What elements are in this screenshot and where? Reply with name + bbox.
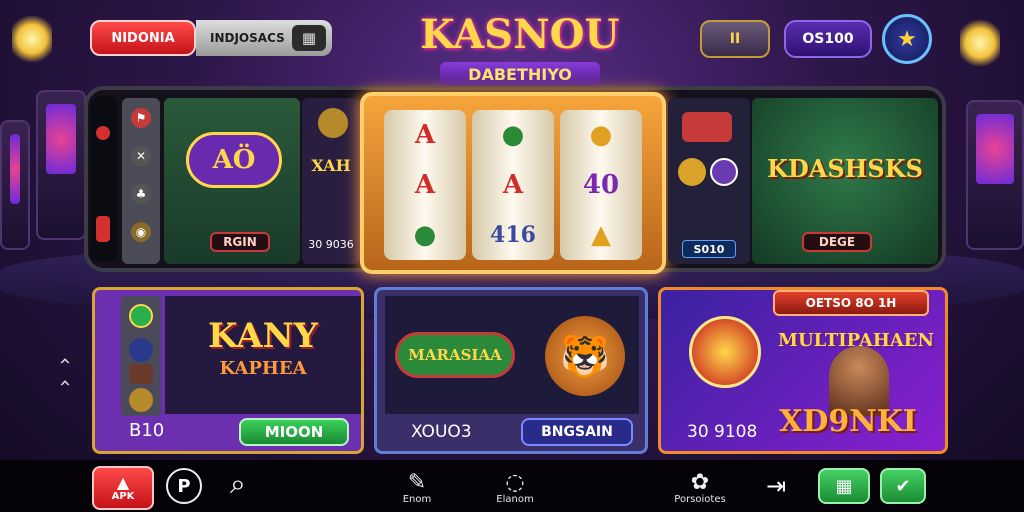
check-icon[interactable] [129, 304, 153, 328]
coin-icon [318, 108, 348, 138]
star-badge-icon[interactable]: ★ [882, 14, 932, 64]
game-card-kany[interactable]: KANY KAPHEA B10 MIOON [92, 287, 364, 454]
wallet-icon: ▦ [835, 475, 853, 497]
game-tile-left2[interactable]: XAH 30 9036 [302, 98, 360, 264]
nav-item-elanom[interactable]: ◌ Elanom [490, 466, 540, 510]
card-subtitle: KAPHEA [219, 358, 307, 379]
card-amount: B10 [129, 420, 165, 441]
calculator-icon[interactable]: ▦ [292, 25, 326, 51]
nav-label: Porsoiotes [674, 493, 726, 505]
region-value-text: INDJOSACS [210, 31, 285, 45]
reel-symbol: A [502, 170, 524, 200]
timer-icon: ◌ [505, 469, 525, 495]
search-icon[interactable]: ⌕ [230, 466, 246, 502]
confirm-button[interactable]: ✔ [880, 468, 926, 504]
region-value[interactable]: INDJOSACS ▦ [196, 20, 332, 56]
check-icon: ✔ [895, 475, 911, 497]
record-icon[interactable] [96, 126, 110, 140]
arcade-left [0, 120, 30, 250]
game-title: XAH [311, 156, 351, 175]
chip-icon [682, 112, 732, 142]
game-value: 30 9036 [308, 238, 354, 251]
card-action-button[interactable]: MIOON [239, 418, 349, 446]
apk-button[interactable]: ▲ APK [92, 466, 154, 510]
coin-icon[interactable] [129, 388, 153, 412]
arcade-left2 [36, 90, 86, 240]
region-button[interactable]: NIDONIA [90, 20, 196, 56]
card-icon[interactable] [129, 364, 153, 384]
reel-symbol: 416 [490, 222, 536, 248]
nav-label: Elanom [496, 493, 534, 505]
reel-symbol: ● [589, 120, 613, 150]
apk-icon: ▲ [116, 472, 130, 492]
reel-symbol: ● [501, 120, 525, 150]
cross-icon[interactable]: ✕ [131, 146, 151, 166]
nav-label: Enom [402, 493, 432, 505]
exit-icon[interactable]: ⇥ [766, 470, 786, 502]
token-icon [710, 158, 738, 186]
lamp-left [12, 14, 52, 64]
game-tile-right1[interactable]: S010 [668, 98, 750, 264]
edit-icon: ✎ [407, 469, 427, 495]
stat-button[interactable]: II [700, 20, 770, 58]
tiger-icon: 🐯 [545, 316, 625, 396]
reel-2: ● A 416 [472, 110, 554, 260]
apk-label: APK [111, 490, 135, 502]
dot-icon[interactable] [129, 338, 153, 362]
arcade-right [966, 100, 1024, 250]
card-art: KANY KAPHEA [165, 296, 361, 414]
side-arrows[interactable]: ‹ ‹ [54, 350, 78, 394]
reel-symbol: ● [413, 220, 437, 250]
card-game-title: MARASIAA [395, 332, 515, 378]
slot-machine[interactable]: A A ● ● A 416 ● 40 ▲ [360, 92, 666, 274]
card-action-button[interactable]: BNGSAIN [521, 418, 633, 446]
wallet-button[interactable]: ▦ [818, 468, 870, 504]
game-badge: AÖ [186, 132, 282, 188]
game-title-right: KDASHSKS [767, 154, 923, 183]
power-icon[interactable] [96, 216, 110, 242]
arrow-up-icon[interactable]: ‹ [54, 357, 78, 365]
game-tile-right2[interactable]: KDASHSKS DEGE [752, 98, 938, 264]
reel-symbol: ▲ [591, 220, 611, 250]
logo-subtitle: DABETHIYO [440, 62, 600, 87]
card-sidebar [121, 296, 161, 416]
game-play-button[interactable]: RGIN [210, 232, 270, 252]
game-tile-left[interactable]: AÖ RGIN [164, 98, 300, 264]
club-icon[interactable]: ♣ [131, 184, 151, 204]
p-button[interactable]: P [166, 468, 202, 504]
reel-symbol: 40 [582, 170, 620, 200]
card-title: KANY [208, 316, 318, 356]
nav-item-porsoiotes[interactable]: ✿ Porsoiotes [670, 466, 730, 510]
coin-icon [678, 158, 706, 186]
balance-button[interactable]: OS100 [784, 20, 872, 58]
reel-3: ● 40 ▲ [560, 110, 642, 260]
settings-icon: ✿ [690, 469, 710, 495]
phone-sidebar: ⚑ ✕ ♣ ◉ [122, 98, 160, 264]
nav-item-enom[interactable]: ✎ Enom [392, 466, 442, 510]
wheel-icon [689, 316, 761, 388]
card-art: MARASIAA 🐯 [385, 296, 639, 414]
reel-symbol: A [414, 170, 436, 200]
reel-symbol: A [414, 120, 436, 150]
game-play-button-right[interactable]: DEGE [802, 232, 872, 252]
phone-side-bar [90, 96, 118, 262]
logo-title: KASNOU [420, 11, 620, 58]
chip-icon[interactable]: ◉ [131, 222, 151, 242]
reel-1: A A ● [384, 110, 466, 260]
game-card-marasiaa[interactable]: MARASIAA 🐯 XOUO3 BNGSAIN [374, 287, 648, 454]
lamp-right [960, 18, 1000, 68]
game-value-badge: S010 [682, 240, 736, 258]
card-amount: 30 9108 [687, 422, 758, 442]
game-card-multi[interactable]: OETSO 8O 1H MULTIPAHAEN XD9NKI 30 9108 [658, 287, 948, 454]
arrow-down-icon[interactable]: ‹ [54, 379, 78, 387]
flag-icon[interactable]: ⚑ [131, 108, 151, 128]
card-amount: XOUO3 [411, 422, 472, 442]
card-badge: XD9NKI [779, 404, 917, 439]
card-banner: OETSO 8O 1H [773, 290, 929, 316]
